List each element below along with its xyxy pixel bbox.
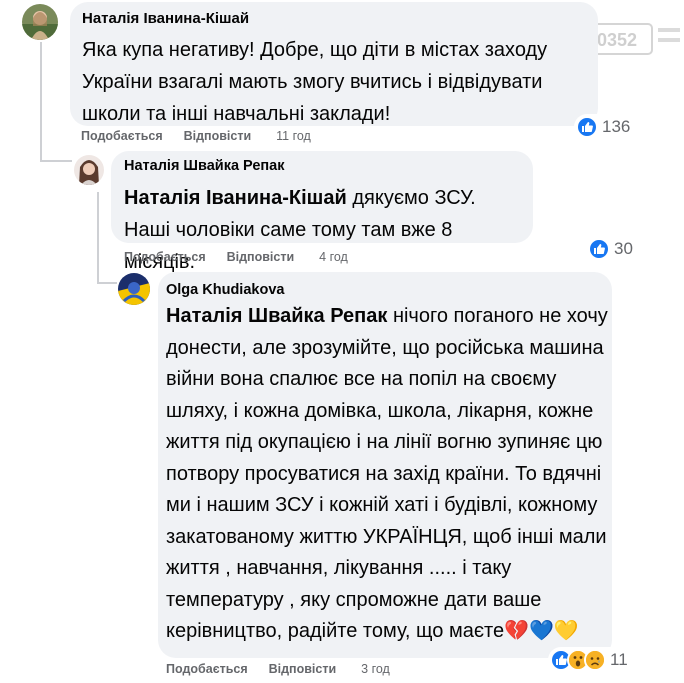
reaction-summary[interactable]: 136 [574,114,635,140]
reaction-summary[interactable]: 11 [548,647,632,673]
comment-text: Наталія Швайка Репак нічого поганого не … [166,301,608,648]
thread-line [40,42,42,162]
thread-line [97,282,117,284]
avatar[interactable] [118,273,150,305]
comment-timestamp[interactable]: 11 год [276,129,311,143]
comment-author[interactable]: Наталія Іванина-Кішай [82,10,249,27]
like-button[interactable]: Подобається [166,662,248,676]
comment-author[interactable]: Наталія Швайка Репак [124,158,285,174]
comment-actions: Подобається Відповісти 3 год [166,662,390,676]
reaction-summary[interactable]: 30 [586,236,637,262]
like-icon [576,116,598,138]
reply-button[interactable]: Відповісти [184,129,252,143]
comment-actions: Подобається Відповісти 11 год [81,129,311,143]
reaction-count: 136 [602,117,631,136]
like-button[interactable]: Подобається [81,129,163,143]
like-button[interactable]: Подобається [124,250,206,264]
reply-button[interactable]: Відповісти [269,662,337,676]
comment-body: нічого поганого не хочу донести, але зро… [166,305,608,642]
reaction-count: 11 [610,650,628,669]
sad-icon [584,649,606,671]
avatar[interactable] [74,155,104,185]
like-icon [588,238,610,260]
thread-line [97,192,99,284]
mention-link[interactable]: Наталія Іванина-Кішай [124,187,347,209]
reply-button[interactable]: Відповісти [227,250,295,264]
comment-text: Яка купа негативу! Добре, що діти в міст… [82,34,592,130]
reaction-count: 30 [614,239,633,258]
thread-line [40,160,72,162]
avatar[interactable] [22,4,58,40]
comment-timestamp[interactable]: 3 год [361,662,390,676]
comment-body: Яка купа негативу! Добре, що діти в міст… [82,39,548,125]
comment-timestamp[interactable]: 4 год [319,250,348,264]
comment-author[interactable]: Olga Khudiakova [166,282,284,298]
watermark-text: 0352 [597,30,637,50]
mention-link[interactable]: Наталія Швайка Репак [166,305,387,327]
comment-actions: Подобається Відповісти 4 год [124,250,348,264]
